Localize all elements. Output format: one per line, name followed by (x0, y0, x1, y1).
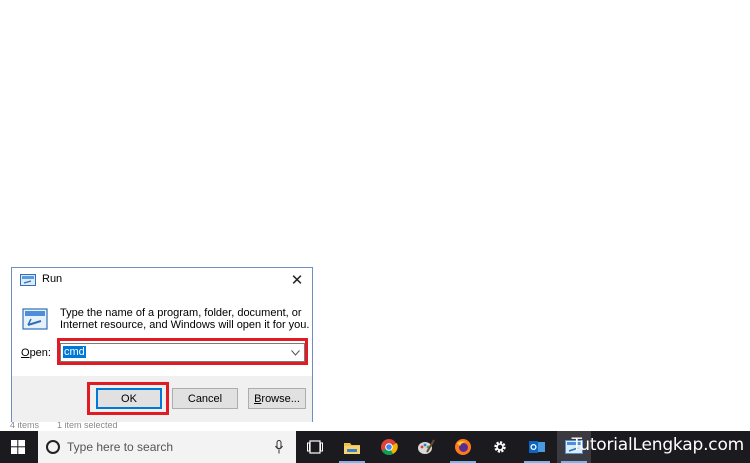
taskbar-file-explorer[interactable] (335, 431, 369, 463)
windows-logo-icon (11, 440, 25, 454)
search-placeholder: Type here to search (67, 440, 174, 454)
settings-icon (494, 441, 506, 453)
taskbar-paint[interactable] (409, 431, 443, 463)
dialog-description: Type the name of a program, folder, docu… (60, 307, 310, 331)
taskbar-outlook[interactable] (520, 431, 554, 463)
close-button[interactable]: ✕ (282, 268, 312, 292)
taskbar-settings[interactable] (483, 431, 517, 463)
file-explorer-icon (344, 442, 360, 454)
firefox-icon (455, 439, 471, 455)
watermark-brand: TutorialLengkap.com (571, 435, 745, 455)
chevron-down-icon[interactable] (289, 346, 301, 359)
close-icon: ✕ (290, 272, 304, 289)
cancel-button[interactable]: Cancel (172, 388, 238, 409)
paint-icon (418, 439, 435, 454)
run-icon (20, 274, 36, 286)
start-button[interactable] (0, 431, 36, 463)
dialog-title: Run (42, 273, 63, 285)
task-view-icon (307, 440, 323, 454)
cortana-icon (46, 440, 60, 454)
taskbar: Type here to search TutorialLengkap.com (0, 431, 750, 463)
task-view-button[interactable] (298, 431, 332, 463)
taskbar-search-box[interactable]: Type here to search (38, 431, 296, 463)
open-combobox[interactable]: cmd (60, 343, 305, 362)
dialog-titlebar[interactable]: Run ✕ (12, 268, 312, 292)
chrome-icon (381, 439, 398, 455)
run-program-icon (22, 308, 48, 330)
open-input-value: cmd (63, 346, 86, 358)
open-input[interactable]: cmd (63, 346, 283, 360)
run-dialog: Run ✕ Type the name of a program, folder… (11, 267, 313, 422)
taskbar-chrome[interactable] (372, 431, 406, 463)
taskbar-firefox[interactable] (446, 431, 480, 463)
dialog-footer: OK Cancel Browse... (12, 376, 312, 422)
microphone-icon[interactable] (275, 440, 283, 454)
outlook-icon (529, 441, 545, 453)
browse-button[interactable]: Browse... (248, 388, 306, 409)
ok-button[interactable]: OK (96, 388, 162, 409)
open-label: Open: (21, 347, 51, 359)
